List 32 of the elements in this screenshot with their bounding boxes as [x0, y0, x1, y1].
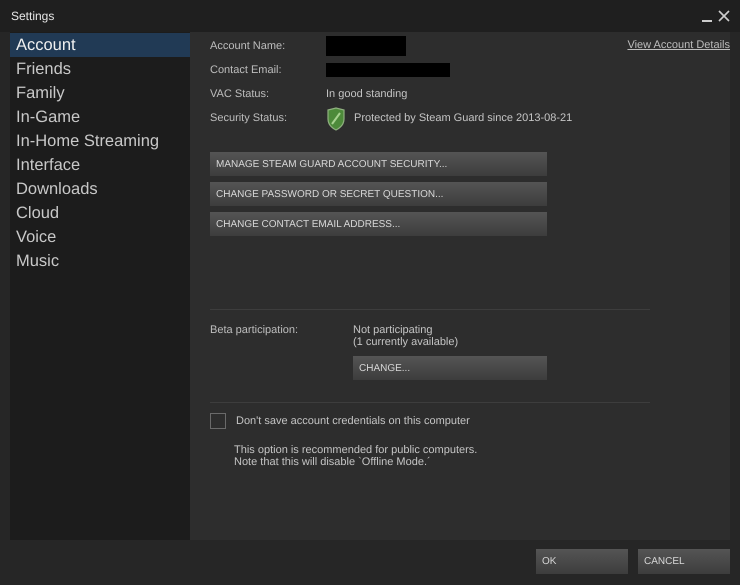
- account-action-button[interactable]: CHANGE PASSWORD OR SECRET QUESTION...: [210, 182, 547, 206]
- sidebar-item[interactable]: Interface: [10, 153, 190, 177]
- checkbox-label[interactable]: Don't save account credentials on this computer: [236, 415, 470, 427]
- field-label: Contact Email:: [210, 64, 283, 76]
- note-text: This option is recommended for public computers.: [234, 444, 478, 456]
- field-label: Beta participation:: [210, 324, 300, 338]
- field-value: Protected by Steam Guard since 2013-08-21: [354, 112, 572, 124]
- close-icon[interactable]: [718, 10, 730, 22]
- field-label: Security Status:: [210, 112, 288, 124]
- dialog-button[interactable]: OK: [536, 549, 628, 574]
- field-label: VAC Status:: [210, 88, 270, 100]
- sidebar-item[interactable]: In-Game: [10, 105, 190, 129]
- sidebar-item[interactable]: Family: [10, 81, 190, 105]
- sidebar-item[interactable]: Cloud: [10, 201, 190, 225]
- checkbox[interactable]: [210, 413, 226, 429]
- note-text: Note that this will disable `Offline Mode.´: [234, 456, 432, 468]
- view-account-details-link[interactable]: View Account Details: [627, 39, 730, 51]
- dialog-button[interactable]: CANCEL: [638, 549, 730, 574]
- sidebar-item[interactable]: Friends: [10, 57, 190, 81]
- field-label: Account Name:: [210, 40, 286, 52]
- account-action-button[interactable]: MANAGE STEAM GUARD ACCOUNT SECURITY...: [210, 152, 547, 176]
- beta-status: Not participating: [353, 324, 434, 336]
- sidebar-item[interactable]: Music: [10, 249, 190, 273]
- sidebar-item[interactable]: Account: [10, 33, 190, 57]
- beta-availability: (1 currently available): [353, 336, 460, 348]
- sidebar-item[interactable]: In-Home Streaming: [10, 129, 190, 153]
- account-action-button[interactable]: CHANGE CONTACT EMAIL ADDRESS...: [210, 212, 547, 236]
- change-button[interactable]: CHANGE...: [353, 356, 547, 380]
- sidebar-item[interactable]: Voice: [10, 225, 190, 249]
- field-value: In good standing: [326, 88, 408, 100]
- sidebar-item[interactable]: Downloads: [10, 177, 190, 201]
- window-title: Settings: [11, 9, 54, 23]
